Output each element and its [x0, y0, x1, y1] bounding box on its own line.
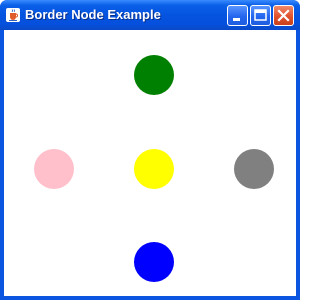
south-node: [134, 242, 174, 282]
east-node: [234, 149, 274, 189]
center-node: [134, 149, 174, 189]
close-icon: [277, 9, 290, 22]
application-window: Border Node Example: [0, 0, 300, 300]
north-node: [134, 55, 174, 95]
maximize-icon: [254, 9, 267, 21]
window-title: Border Node Example: [25, 7, 161, 22]
java-cup-icon[interactable]: [6, 8, 20, 22]
close-button[interactable]: [273, 5, 294, 26]
maximize-button[interactable]: [250, 5, 271, 26]
minimize-button[interactable]: [227, 5, 248, 26]
border-layout-panel: [4, 30, 296, 296]
title-bar[interactable]: Border Node Example: [0, 0, 300, 30]
west-node: [34, 149, 74, 189]
minimize-icon: [233, 18, 240, 21]
